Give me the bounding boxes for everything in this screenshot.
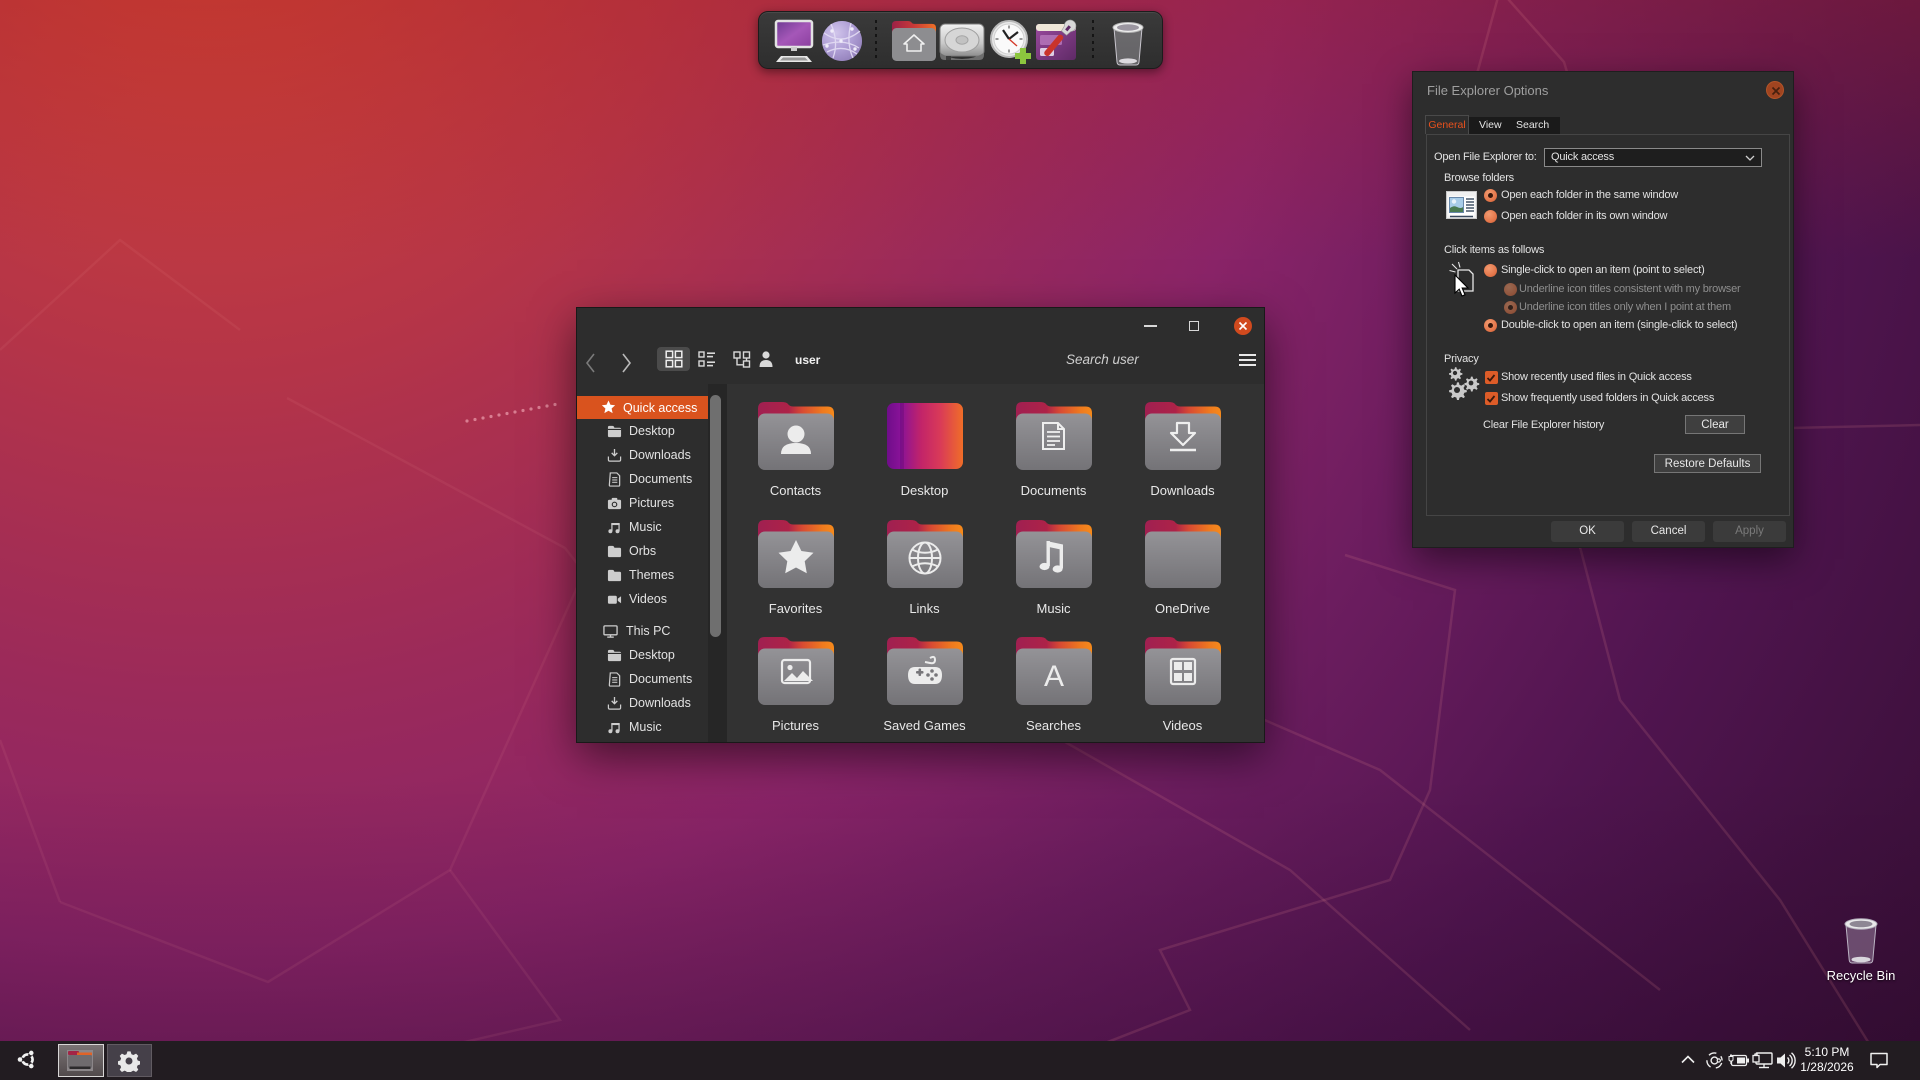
svg-text:A: A — [1043, 660, 1063, 693]
